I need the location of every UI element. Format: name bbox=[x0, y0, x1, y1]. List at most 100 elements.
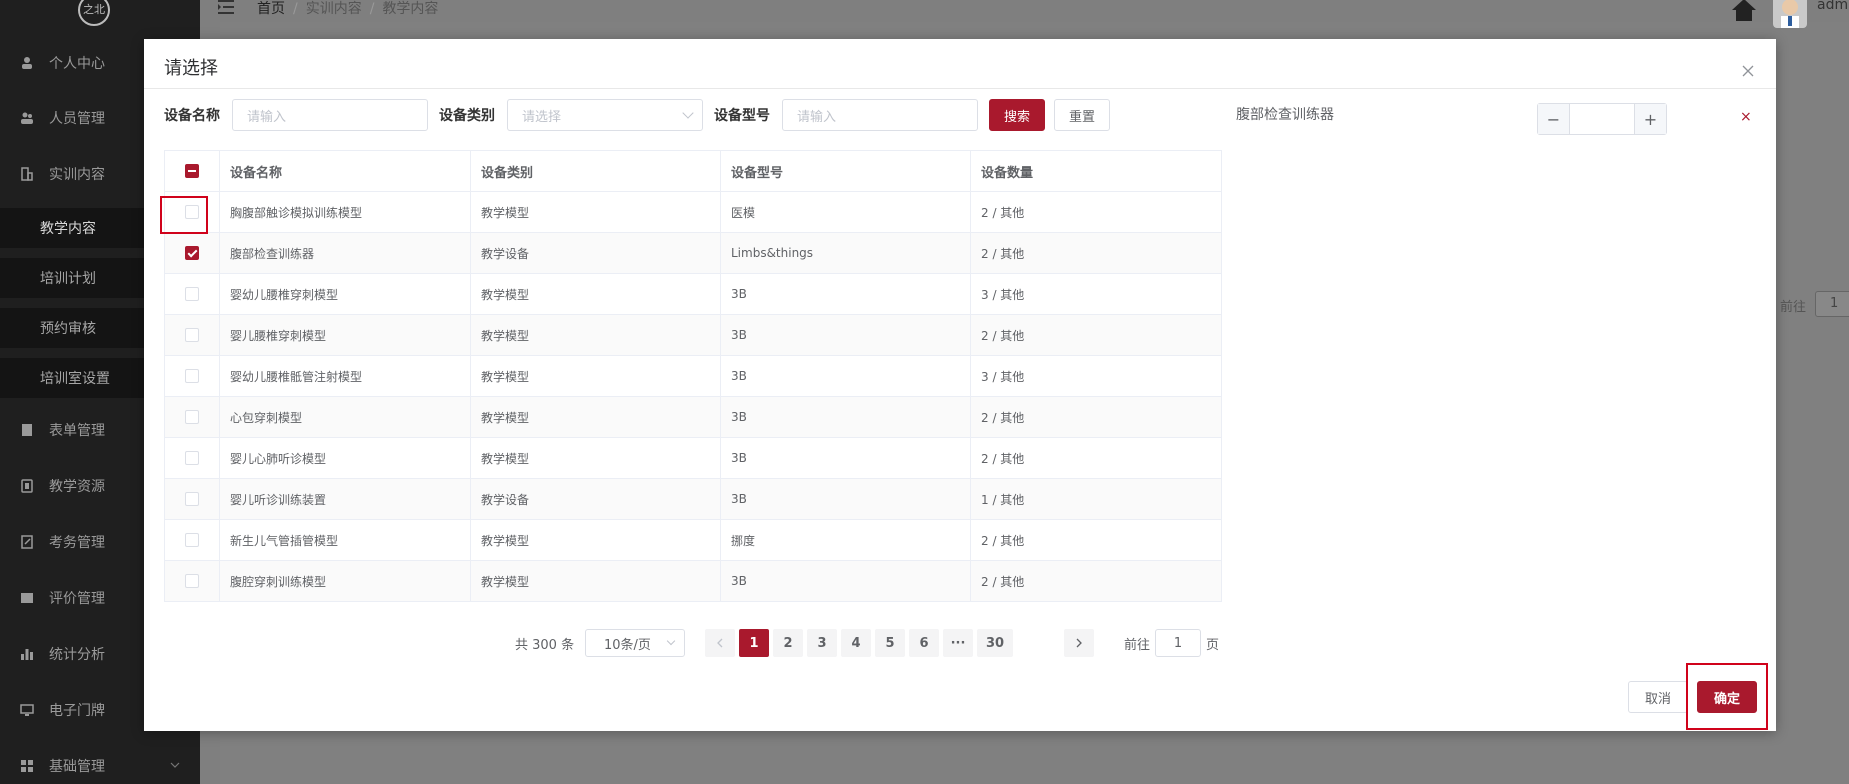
table-row[interactable]: 新生儿气管插管模型 教学模型 挪度 2 / 其他 bbox=[165, 520, 1221, 561]
row-select-cell bbox=[165, 520, 220, 560]
sidebar-item-label: 人员管理 bbox=[49, 111, 105, 127]
cell-device-model: 挪度 bbox=[721, 520, 971, 560]
quantity-input[interactable] bbox=[1570, 104, 1634, 134]
name-input[interactable]: 请输入 bbox=[232, 99, 428, 131]
cell-device-qty: 3 / 其他 bbox=[981, 287, 1025, 302]
row-checkbox[interactable] bbox=[185, 533, 199, 547]
highlight-box-checkbox bbox=[160, 196, 208, 234]
close-icon[interactable] bbox=[1742, 65, 1754, 77]
home-icon[interactable] bbox=[1731, 0, 1757, 22]
cell-device-qty: 3 / 其他 bbox=[981, 369, 1025, 384]
sidebar-item-label: 教学资源 bbox=[49, 479, 105, 495]
page-button[interactable]: 3 bbox=[807, 629, 837, 657]
row-select-cell bbox=[165, 233, 220, 273]
filter-label: 设备类别 bbox=[439, 108, 495, 124]
table-body: 胸腹部触诊模拟训练模型 教学模型 医模 2 / 其他 腹部检查训练器 教学设备 Limbs&… bbox=[165, 192, 1221, 602]
table-row[interactable]: 婴儿听诊训练装置 教学设备 3B 1 / 其他 bbox=[165, 479, 1221, 520]
table-row[interactable]: 婴儿心肺听诊模型 教学模型 3B 2 / 其他 bbox=[165, 438, 1221, 479]
pagination-total: 共 300 条 bbox=[515, 637, 575, 653]
cell-device-model: 3B bbox=[721, 274, 971, 314]
row-select-cell bbox=[165, 274, 220, 314]
cell-device-qty: 2 / 其他 bbox=[981, 451, 1025, 466]
cell-device-type: 教学模型 bbox=[471, 274, 721, 314]
sidebar-item-label: 考务管理 bbox=[49, 535, 105, 551]
cell-device-name: 婴儿听诊训练装置 bbox=[220, 479, 471, 519]
row-checkbox[interactable] bbox=[185, 492, 199, 506]
row-checkbox[interactable] bbox=[185, 451, 199, 465]
cell-device-type: 教学模型 bbox=[471, 438, 721, 478]
breadcrumb-training[interactable]: 实训内容 bbox=[306, 1, 362, 17]
users-icon bbox=[21, 112, 33, 124]
cell-device-qty: 2 / 其他 bbox=[981, 205, 1025, 220]
page-button[interactable]: 4 bbox=[841, 629, 871, 657]
page-button[interactable]: 5 bbox=[875, 629, 905, 657]
menu-fold-icon[interactable] bbox=[218, 0, 234, 14]
cell-device-qty: 2 / 其他 bbox=[981, 533, 1025, 548]
cell-device-name: 婴儿腰椎穿刺模型 bbox=[220, 315, 471, 355]
column-header: 设备数量 bbox=[981, 165, 1034, 181]
page-button[interactable]: 6 bbox=[909, 629, 939, 657]
row-select-cell bbox=[165, 438, 220, 478]
avatar[interactable] bbox=[1773, 0, 1807, 28]
table-row[interactable]: 腹部检查训练器 教学设备 Limbs&things 2 / 其他 bbox=[165, 233, 1221, 274]
username[interactable]: admi bbox=[1817, 0, 1849, 13]
row-checkbox[interactable] bbox=[185, 574, 199, 588]
resource-icon bbox=[21, 479, 33, 493]
sidebar-subitem-label: 培训计划 bbox=[40, 271, 96, 287]
background-jump-label: 前往 bbox=[1780, 300, 1807, 315]
sidebar-item-label: 统计分析 bbox=[49, 647, 105, 663]
cell-device-model: 3B bbox=[721, 315, 971, 355]
sidebar-item-label: 个人中心 bbox=[49, 56, 105, 72]
quantity-increase-button[interactable]: + bbox=[1634, 104, 1666, 134]
cell-device-qty: 2 / 其他 bbox=[981, 328, 1025, 343]
quantity-decrease-button[interactable]: − bbox=[1538, 104, 1570, 134]
table-row[interactable]: 心包穿刺模型 教学模型 3B 2 / 其他 bbox=[165, 397, 1221, 438]
page-button[interactable]: 2 bbox=[773, 629, 803, 657]
page-button[interactable]: 30 bbox=[977, 629, 1013, 657]
table-row[interactable]: 婴幼儿腰椎穿刺模型 教学模型 3B 3 / 其他 bbox=[165, 274, 1221, 315]
highlight-box-confirm bbox=[1686, 663, 1768, 730]
cell-device-qty: 2 / 其他 bbox=[981, 574, 1025, 589]
row-select-cell bbox=[165, 561, 220, 601]
page-button[interactable]: 1 bbox=[739, 629, 769, 657]
background-jump-input[interactable]: 1 bbox=[1815, 291, 1849, 317]
row-checkbox[interactable] bbox=[185, 328, 199, 342]
next-page-button[interactable] bbox=[1064, 629, 1094, 657]
cell-device-type: 教学模型 bbox=[471, 397, 721, 437]
search-button[interactable]: 搜索 bbox=[989, 99, 1045, 131]
jump-suffix: 页 bbox=[1206, 637, 1220, 653]
table-row[interactable]: 婴儿腰椎穿刺模型 教学模型 3B 2 / 其他 bbox=[165, 315, 1221, 356]
model-input[interactable]: 请输入 bbox=[782, 99, 978, 131]
type-select[interactable]: 请选择 bbox=[507, 99, 703, 131]
table-row[interactable]: 婴幼儿腰椎骶管注射模型 教学模型 3B 3 / 其他 bbox=[165, 356, 1221, 397]
filter-label: 设备名称 bbox=[164, 108, 220, 124]
row-checkbox[interactable] bbox=[185, 369, 199, 383]
row-checkbox[interactable] bbox=[185, 246, 199, 260]
page-size-select[interactable]: 10条/页 bbox=[585, 629, 685, 657]
avatar-image bbox=[1781, 0, 1799, 28]
form-icon bbox=[22, 424, 32, 436]
cell-device-type: 教学模型 bbox=[471, 520, 721, 560]
cancel-button[interactable]: 取消 bbox=[1628, 681, 1688, 713]
cell-device-type: 教学模型 bbox=[471, 561, 721, 601]
cell-device-name: 心包穿刺模型 bbox=[220, 397, 471, 437]
chevron-down-icon bbox=[682, 107, 694, 119]
breadcrumb-home[interactable]: 首页 bbox=[257, 1, 285, 17]
row-checkbox[interactable] bbox=[185, 287, 199, 301]
table-row[interactable]: 腹腔穿刺训练模型 教学模型 3B 2 / 其他 bbox=[165, 561, 1221, 602]
reset-button[interactable]: 重置 bbox=[1054, 99, 1110, 131]
breadcrumb-current: 教学内容 bbox=[382, 1, 439, 17]
table-row[interactable]: 胸腹部触诊模拟训练模型 教学模型 医模 2 / 其他 bbox=[165, 192, 1221, 233]
row-checkbox[interactable] bbox=[185, 410, 199, 424]
quantity-stepper: − + bbox=[1537, 103, 1667, 135]
cell-device-name: 新生儿气管插管模型 bbox=[220, 520, 471, 560]
cell-device-model: 3B bbox=[721, 438, 971, 478]
prev-page-button[interactable] bbox=[705, 629, 735, 657]
page-ellipsis[interactable]: ··· bbox=[943, 629, 973, 657]
cell-device-qty: 1 / 其他 bbox=[981, 492, 1025, 507]
remove-selected-button[interactable]: × bbox=[1740, 109, 1752, 125]
cell-device-model: 3B bbox=[721, 397, 971, 437]
jump-page-input[interactable]: 1 bbox=[1155, 629, 1201, 657]
select-all-checkbox[interactable] bbox=[185, 164, 199, 178]
sidebar-item-basic[interactable]: 基础管理 bbox=[0, 746, 200, 784]
